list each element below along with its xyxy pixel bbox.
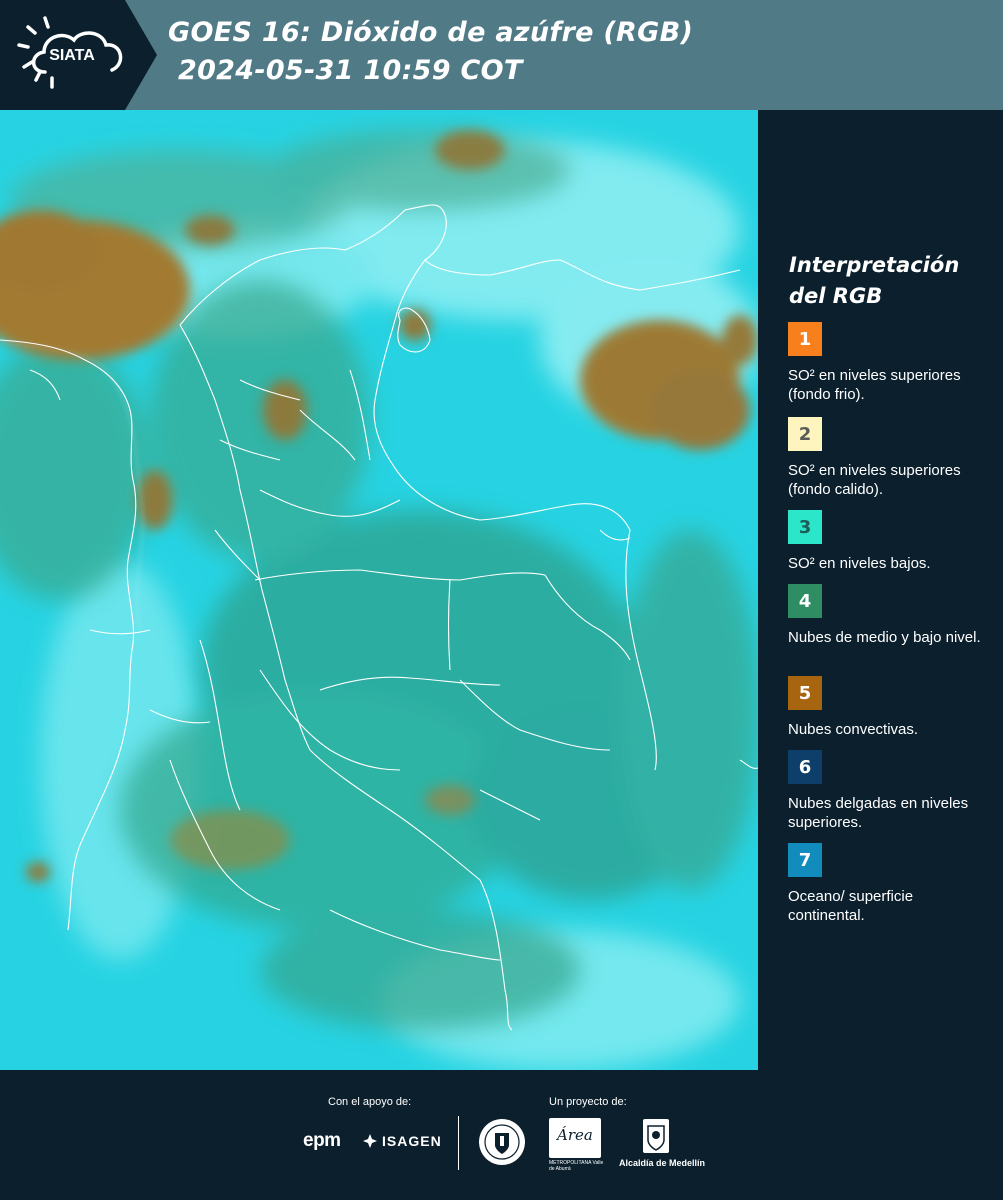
page-title: GOES 16: Dióxido de azúfre (RGB) 2024-05… — [168, 14, 988, 90]
legend-number-2: 2 — [798, 423, 812, 445]
legend-label-3: SO² en niveles bajos. — [788, 555, 931, 572]
siata-logo-text: SIATA — [49, 47, 95, 64]
alcaldia-crest-icon — [643, 1119, 669, 1153]
legend-item-2: 2 SO² en niveles superiores (fondo calid… — [788, 417, 988, 499]
project-label: Un proyecto de: — [549, 1096, 627, 1108]
footer-divider — [458, 1116, 459, 1170]
legend-item-3: 3 SO² en niveles bajos. — [788, 510, 988, 573]
isagen-mark-icon — [363, 1134, 377, 1148]
footer: Con el apoyo de: Un proyecto de: epm ISA… — [0, 1070, 1003, 1200]
legend-panel: Interpretación del RGB 1 SO² en niveles … — [758, 110, 1003, 1070]
medellin-seal-icon — [478, 1118, 526, 1171]
support-label: Con el apoyo de: — [328, 1096, 412, 1108]
legend-swatch-1: 1 — [788, 322, 822, 356]
title-datetime: 2024-05-31 10:59 COT — [178, 55, 523, 86]
legend-item-6: 6 Nubes delgadas en niveles superiores. — [788, 750, 988, 832]
legend-number-6: 6 — [798, 756, 812, 778]
legend-number-3: 3 — [798, 516, 812, 538]
legend-title: Interpretación del RGB — [789, 253, 960, 308]
legend-item-4: 4 Nubes de medio y bajo nivel. — [788, 584, 988, 647]
legend-number-1: 1 — [798, 328, 812, 350]
epm-logo: epm — [303, 1130, 341, 1151]
legend-label-7: Oceano/ superficie continental. — [788, 888, 914, 924]
isagen-logo: ISAGEN — [362, 1133, 442, 1149]
siata-logo: SIATA — [0, 0, 160, 110]
legend-swatch-2: 2 — [788, 417, 822, 451]
legend-item-1: 1 SO² en niveles superiores (fondo frio)… — [788, 322, 988, 404]
legend-swatch-5: 5 — [788, 676, 822, 710]
legend-number-7: 7 — [798, 849, 812, 871]
title-product: GOES 16: Dióxido de azúfre (RGB) — [168, 17, 694, 48]
satellite-map — [0, 110, 758, 1070]
legend-swatch-4: 4 — [788, 584, 822, 618]
area-logo-word: Área — [557, 1126, 593, 1144]
legend-label-6: Nubes delgadas en niveles superiores. — [788, 795, 969, 831]
legend-label-5: Nubes convectivas. — [788, 721, 919, 738]
legend-item-7: 7 Oceano/ superficie continental. — [788, 843, 988, 925]
alcaldia-label: Alcaldía de Medellín — [618, 1158, 706, 1168]
legend-swatch-7: 7 — [788, 843, 822, 877]
area-logo-subtitle: METROPOLITANA Valle de Aburrá — [549, 1160, 604, 1172]
legend-swatch-6: 6 — [788, 750, 822, 784]
legend-swatch-3: 3 — [788, 510, 822, 544]
legend-label-4: Nubes de medio y bajo nivel. — [788, 629, 981, 646]
legend-label-1: SO² en niveles superiores (fondo frio). — [788, 367, 961, 403]
legend-number-5: 5 — [798, 682, 812, 704]
isagen-text: ISAGEN — [382, 1133, 442, 1149]
area-metropolitana-logo: Área METROPOLITANA Valle de Aburrá — [549, 1118, 603, 1172]
legend-label-2: SO² en niveles superiores (fondo calido)… — [788, 462, 961, 498]
legend-item-5: 5 Nubes convectivas. — [788, 676, 988, 739]
legend-number-4: 4 — [798, 590, 812, 612]
header-bar: SIATA GOES 16: Dióxido de azúfre (RGB) 2… — [0, 0, 1003, 110]
